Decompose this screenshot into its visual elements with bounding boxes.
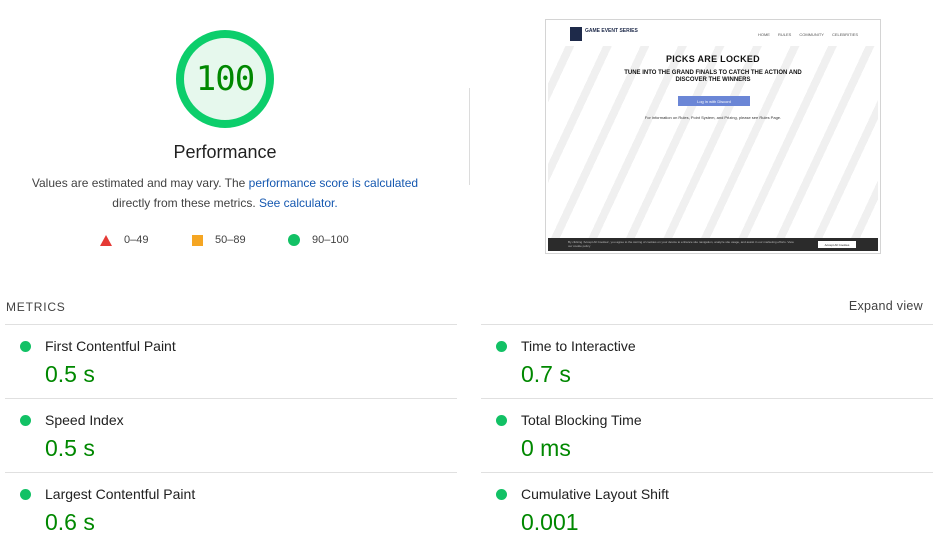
metric-label: Time to Interactive	[521, 338, 636, 354]
site-logo-text: GAME EVENT SERIES	[585, 28, 638, 34]
performance-score-link[interactable]: performance score is calculated	[249, 176, 418, 190]
metric-label: Largest Contentful Paint	[45, 486, 196, 502]
cookie-accept-button: Accept All Cookies	[818, 241, 856, 248]
green-circle-icon	[288, 234, 300, 246]
screenshot-navbar: GAME EVENT SERIES HOME RULES COMMUNITY C…	[548, 22, 878, 46]
screenshot-headline: PICKS ARE LOCKED	[666, 54, 760, 64]
pass-circle-icon	[496, 341, 507, 352]
pass-circle-icon	[496, 415, 507, 426]
metric-label: Total Blocking Time	[521, 412, 642, 428]
expand-view-toggle[interactable]: Expand view	[849, 299, 923, 313]
screenshot-nav-links: HOME RULES COMMUNITY CELEBRITIES	[758, 32, 858, 37]
screenshot-cookie-banner: By clicking 'Accept All Cookies', you ag…	[548, 238, 878, 251]
red-triangle-icon	[100, 234, 112, 246]
nav-link: CELEBRITIES	[831, 32, 858, 37]
metrics-header: METRICS	[6, 300, 66, 314]
metric-value: 0.6 s	[45, 509, 95, 535]
legend-item-pass: 90–100	[288, 232, 349, 248]
legend-label: 0–49	[124, 234, 149, 246]
metric-speed-index: Speed Index 0.5 s	[5, 398, 457, 472]
pass-circle-icon	[20, 415, 31, 426]
metric-value: 0.001	[521, 509, 579, 535]
legend-label: 90–100	[312, 234, 349, 246]
cookie-text: By clicking 'Accept All Cookies', you ag…	[568, 240, 794, 248]
pass-circle-icon	[496, 489, 507, 500]
metric-value: 0.7 s	[521, 361, 571, 387]
description-text-2: directly from these metrics.	[112, 195, 259, 210]
screenshot-info-text: For information on Rules, Point System, …	[644, 115, 782, 120]
screenshot-login-button: Log in with Discord	[678, 96, 750, 106]
score-value: 100	[195, 59, 255, 99]
performance-description: Values are estimated and may vary. The p…	[22, 174, 428, 213]
pass-circle-icon	[20, 341, 31, 352]
performance-score-gauge: 100	[174, 28, 276, 130]
see-calculator-link[interactable]: See calculator.	[259, 196, 338, 210]
legend-label: 50–89	[215, 234, 246, 246]
nav-link: RULES	[777, 32, 792, 37]
performance-title: Performance	[173, 142, 277, 162]
metric-value: 0 ms	[521, 435, 571, 461]
metric-largest-contentful-paint: Largest Contentful Paint 0.6 s	[5, 472, 457, 545]
screenshot-subheadline: TUNE INTO THE GRAND FINALS TO CATCH THE …	[624, 70, 802, 83]
metric-first-contentful-paint: First Contentful Paint 0.5 s	[5, 324, 457, 398]
screenshot-page: GAME EVENT SERIES HOME RULES COMMUNITY C…	[548, 22, 878, 251]
metric-value: 0.5 s	[45, 361, 95, 387]
metric-label: First Contentful Paint	[45, 338, 176, 354]
legend-item-fail: 0–49	[100, 232, 148, 248]
pass-circle-icon	[20, 489, 31, 500]
metric-cumulative-layout-shift: Cumulative Layout Shift 0.001	[481, 472, 933, 545]
vertical-divider	[469, 88, 470, 185]
metric-time-to-interactive: Time to Interactive 0.7 s	[481, 324, 933, 398]
metric-total-blocking-time: Total Blocking Time 0 ms	[481, 398, 933, 472]
final-screenshot[interactable]: GAME EVENT SERIES HOME RULES COMMUNITY C…	[545, 19, 881, 254]
metric-label: Cumulative Layout Shift	[521, 486, 669, 502]
orange-square-icon	[192, 234, 203, 246]
metric-label: Speed Index	[45, 412, 124, 428]
nav-link: COMMUNITY	[799, 32, 824, 37]
legend-item-average: 50–89	[192, 232, 246, 248]
description-text: Values are estimated and may vary. The	[31, 176, 249, 190]
metric-value: 0.5 s	[45, 435, 95, 461]
site-logo-icon	[570, 27, 582, 41]
nav-link: HOME	[757, 32, 770, 37]
